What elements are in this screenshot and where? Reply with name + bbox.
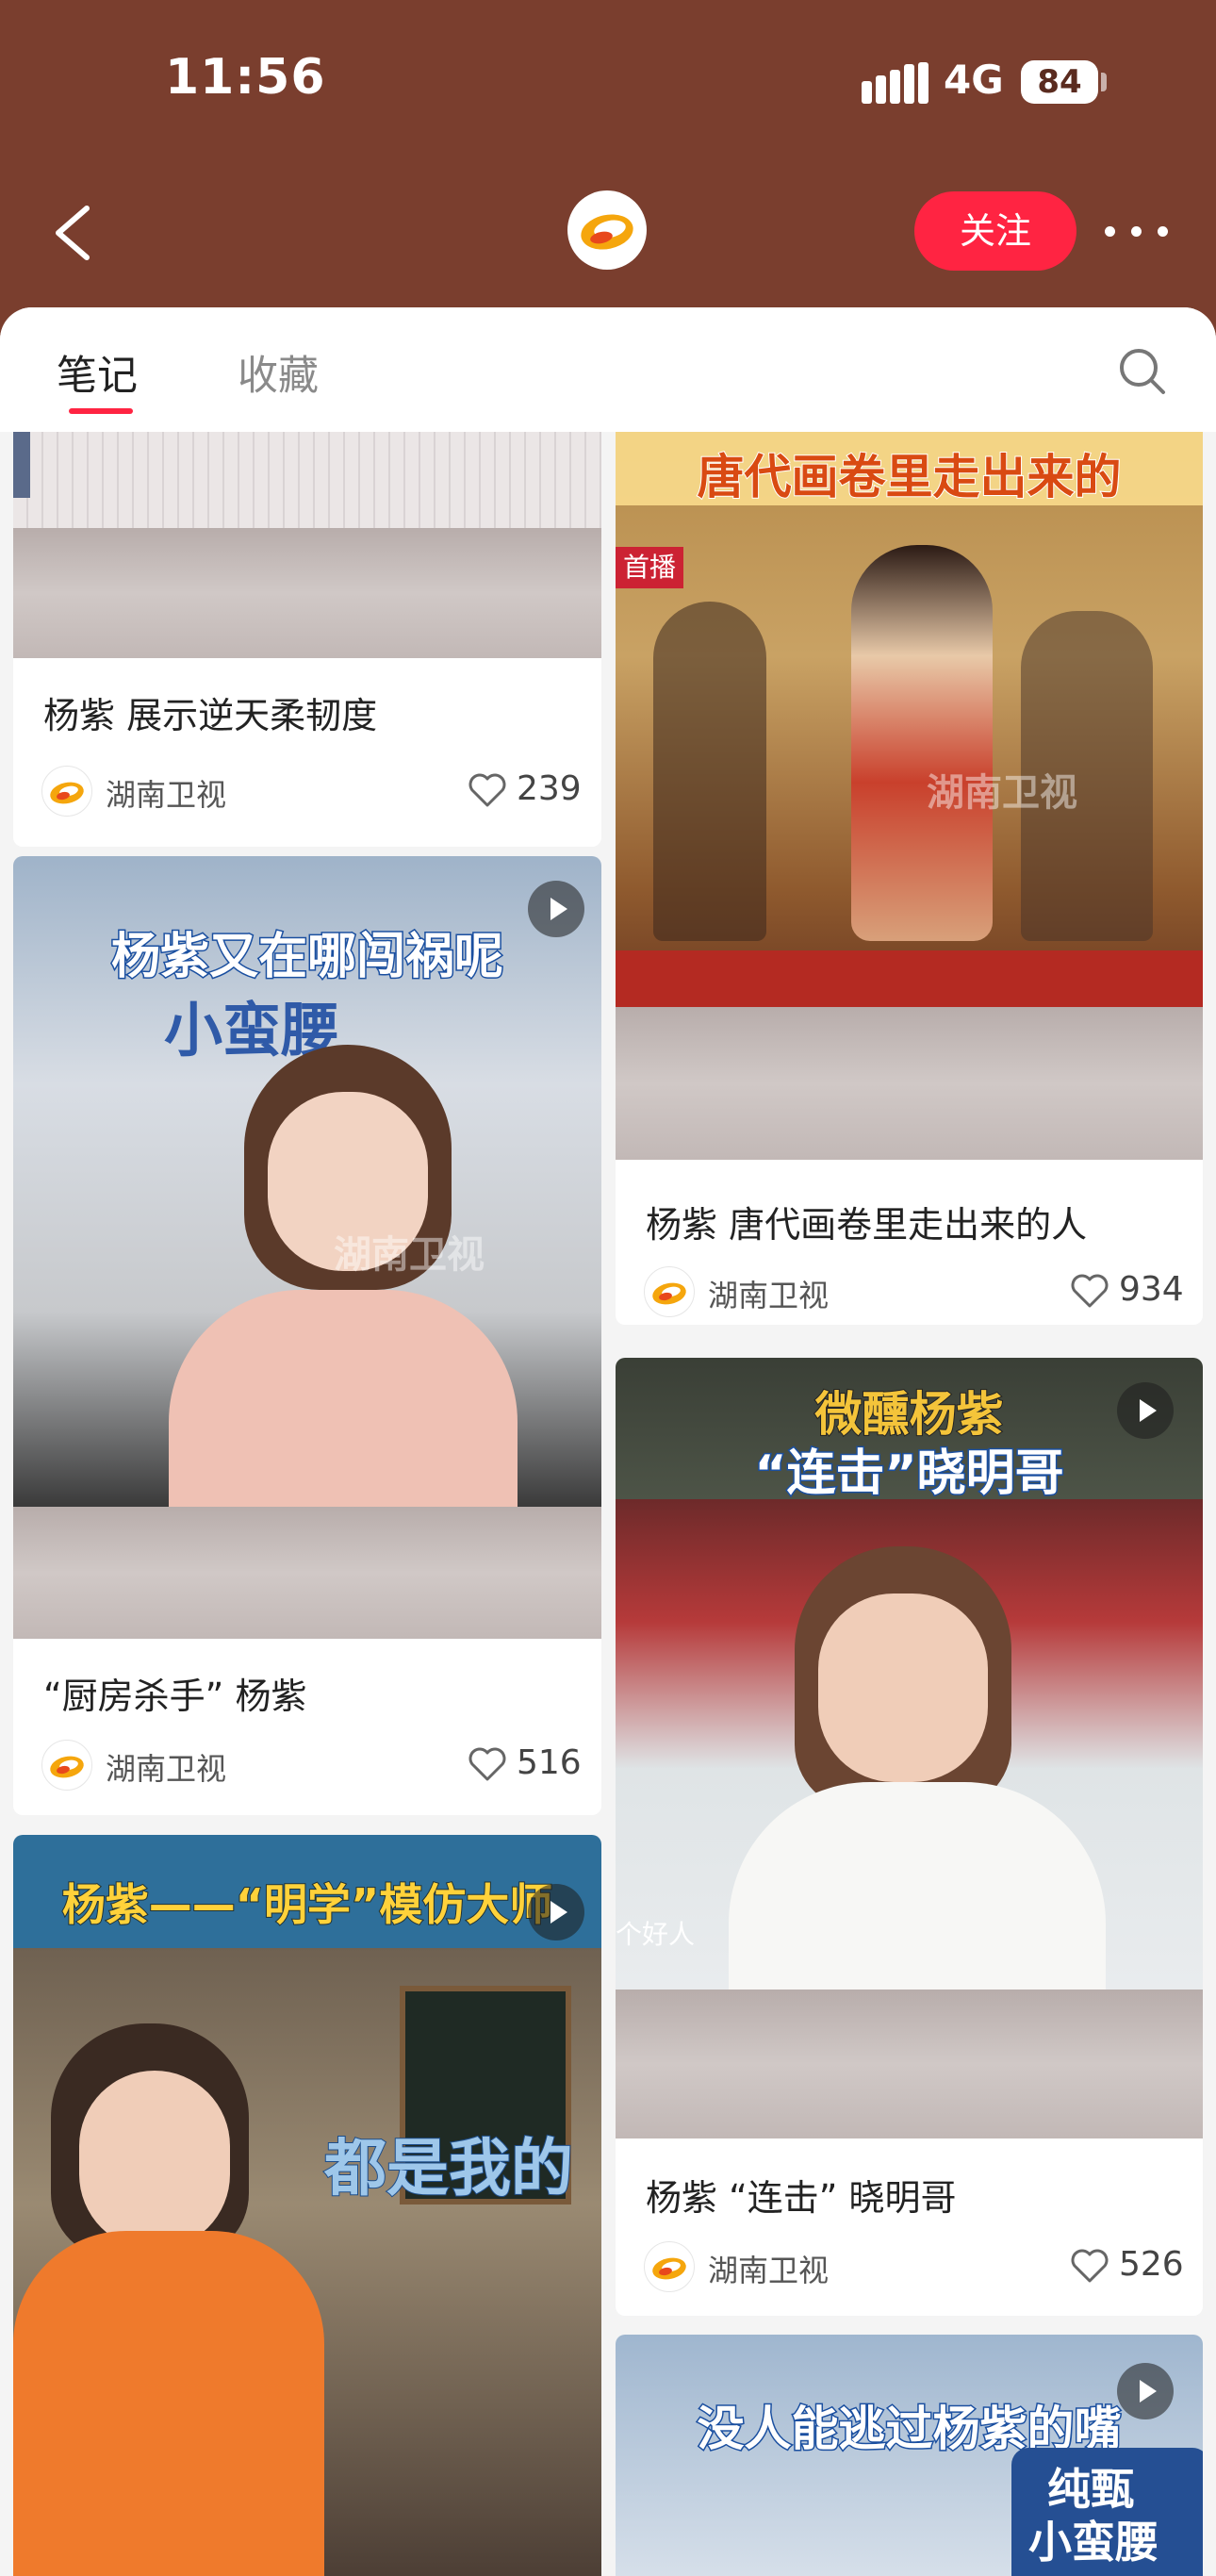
premiere-tag: 首播 — [616, 547, 683, 588]
play-icon — [1117, 2363, 1174, 2419]
note-cover: 唐代画卷里走出来的 首播 湖南卫视 — [616, 432, 1203, 1160]
note-cover — [13, 432, 601, 658]
tv-watermark: 湖南卫视 — [334, 1233, 485, 1277]
note-title: 杨紫 唐代画卷里走出来的人 — [646, 1204, 1088, 1246]
cover-banner-line2: “连击”晓明哥 — [753, 1445, 1065, 1504]
note-card[interactable]: 没人能逃过杨紫的嘴 纯甄 小蛮腰 — [616, 2335, 1203, 2576]
note-cover: 杨紫又在哪闯祸呢 小蛮腰 湖南卫视 — [13, 856, 601, 1639]
hunan-tv-logo[interactable] — [567, 190, 647, 270]
heart-icon[interactable] — [468, 771, 507, 809]
heart-icon[interactable] — [468, 1745, 507, 1783]
like-count: 526 — [1119, 2245, 1184, 2284]
play-icon — [528, 1884, 584, 1940]
note-title: 杨紫 “连击” 晓明哥 — [646, 2177, 957, 2219]
note-cover: 杨紫——“明学”模仿大师 都是我的 — [13, 1835, 601, 2576]
cover-overlay-line2: 小蛮腰 — [1028, 2517, 1158, 2568]
play-icon — [528, 881, 584, 937]
author-avatar — [41, 1740, 92, 1791]
author-name: 湖南卫视 — [106, 1751, 227, 1787]
hunan-tv-logo-icon — [50, 782, 84, 804]
like-count: 239 — [517, 769, 582, 808]
profile-content-sheet: 笔记 收藏 杨紫 展示逆天柔韧度 湖南卫视 239 唐代画卷里走出来的 首播 湖… — [0, 307, 1216, 2576]
tv-watermark: 湖南卫视 — [927, 771, 1077, 815]
heart-icon[interactable] — [1070, 2247, 1109, 2285]
follow-button[interactable]: 关注 — [914, 191, 1076, 271]
note-meta: 湖南卫视 516 — [41, 1738, 582, 1791]
battery-level: 84 — [1037, 63, 1082, 101]
note-title: 杨紫 展示逆天柔韧度 — [43, 695, 378, 736]
author-avatar — [644, 1266, 695, 1317]
network-type: 4G — [944, 57, 1004, 103]
tab-bar: 笔记 收藏 — [0, 307, 1216, 432]
note-card[interactable]: 微醺杨紫 “连击”晓明哥 个好人 杨紫 “连击” 晓明哥 湖南卫视 526 — [616, 1358, 1203, 2316]
hunan-tv-logo-icon — [652, 1282, 686, 1305]
note-card[interactable]: 杨紫 展示逆天柔韧度 湖南卫视 239 — [13, 432, 601, 847]
battery-tip — [1101, 73, 1107, 91]
note-cover: 微醺杨紫 “连击”晓明哥 个好人 — [616, 1358, 1203, 2138]
notes-feed: 杨紫 展示逆天柔韧度 湖南卫视 239 唐代画卷里走出来的 首播 湖南卫视 杨紫… — [0, 432, 1216, 2576]
like-count: 934 — [1119, 1270, 1184, 1309]
cellular-signal-icon — [862, 62, 928, 104]
status-time: 11:56 — [165, 49, 326, 106]
search-icon[interactable] — [1116, 345, 1169, 398]
note-meta: 湖南卫视 526 — [644, 2239, 1184, 2292]
hunan-tv-logo-icon — [652, 2257, 686, 2280]
note-title: “厨房杀手” 杨紫 — [43, 1676, 307, 1717]
more-options-icon[interactable] — [1105, 213, 1171, 249]
active-tab-indicator — [69, 408, 133, 414]
cover-overlay-text: 都是我的 — [323, 2131, 574, 2205]
battery-icon: 84 — [1021, 60, 1098, 104]
note-meta: 湖南卫视 934 — [644, 1264, 1184, 1317]
author-name: 湖南卫视 — [708, 2253, 830, 2288]
like-count: 516 — [517, 1743, 582, 1782]
heart-icon[interactable] — [1070, 1272, 1109, 1310]
note-cover: 没人能逃过杨紫的嘴 纯甄 小蛮腰 — [616, 2335, 1203, 2576]
note-meta: 湖南卫视 239 — [41, 764, 582, 817]
note-card[interactable]: 杨紫又在哪闯祸呢 小蛮腰 湖南卫视 “厨房杀手” 杨紫 湖南卫视 516 — [13, 856, 601, 1815]
author-avatar — [41, 766, 92, 817]
note-card[interactable]: 唐代画卷里走出来的 首播 湖南卫视 杨紫 唐代画卷里走出来的人 湖南卫视 934 — [616, 432, 1203, 1325]
note-card[interactable]: 杨紫——“明学”模仿大师 都是我的 — [13, 1835, 601, 2576]
hunan-tv-logo-icon — [581, 214, 633, 250]
author-name: 湖南卫视 — [106, 777, 227, 813]
status-bar: 11:56 4G 84 — [0, 0, 1216, 170]
author-name: 湖南卫视 — [708, 1278, 830, 1313]
tab-favorites[interactable]: 收藏 — [238, 343, 319, 402]
cover-banner: 杨紫——“明学”模仿大师 — [61, 1878, 553, 1931]
back-chevron-icon[interactable] — [49, 203, 96, 263]
cover-caption: 个好人 — [616, 1919, 696, 1950]
author-avatar — [644, 2241, 695, 2292]
hunan-tv-logo-icon — [50, 1756, 84, 1778]
cover-banner: 唐代画卷里走出来的 — [697, 449, 1123, 505]
tab-notes[interactable]: 笔记 — [57, 343, 138, 402]
cover-banner: 杨紫又在哪闯祸呢 — [109, 928, 504, 987]
play-icon — [1117, 1382, 1174, 1439]
